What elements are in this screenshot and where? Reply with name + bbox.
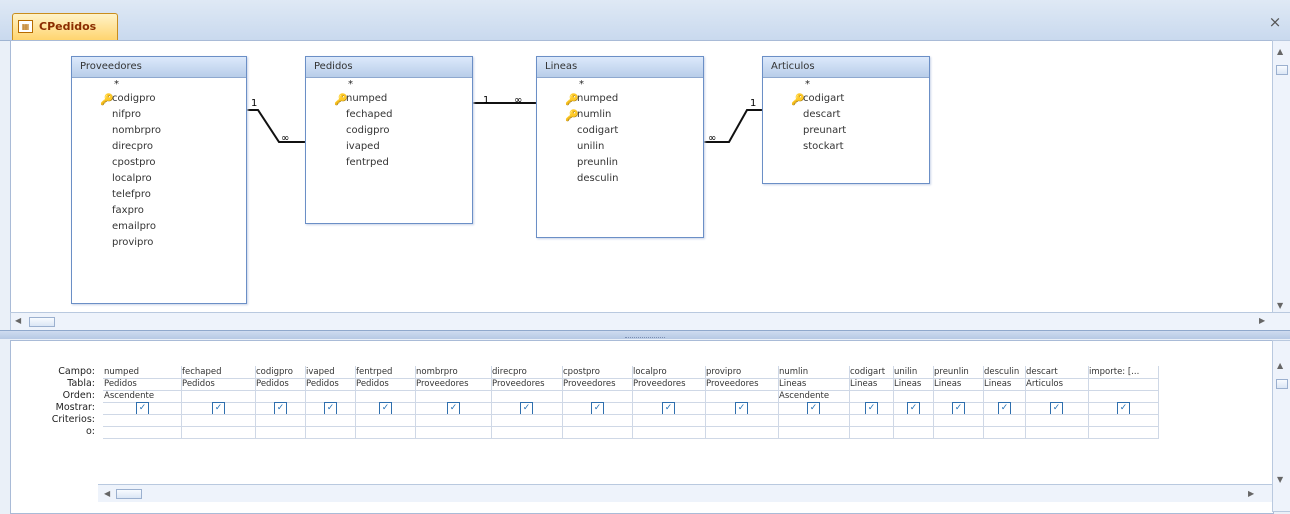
field-item[interactable]: codigpro 🔑 <box>72 91 246 107</box>
table-card[interactable]: Proveedores * codigpro 🔑 nifpro nombrpro direc… <box>71 56 247 304</box>
field-item[interactable]: emailpro <box>72 219 246 235</box>
grid-criteria-cell[interactable] <box>415 426 492 439</box>
query-design-pane: 1 ∞ 1 ∞ ∞ 1 Proveedores * codigpro 🔑 nifpro n… <box>10 40 1274 314</box>
grid-criteria-cell[interactable] <box>705 426 779 439</box>
grid-row-label: Criterios: <box>51 414 95 425</box>
grid-criteria-cell[interactable] <box>1088 426 1159 439</box>
grid-row-label: Campo: <box>58 366 95 377</box>
tab-cpedidos[interactable]: ▦ CPedidos <box>12 13 118 41</box>
scroll-up-icon[interactable]: ▲ <box>1277 361 1283 370</box>
grid-criteria-cell[interactable] <box>778 426 850 439</box>
table-card[interactable]: Lineas * numped 🔑 numlin 🔑 codigart unilin preun… <box>536 56 704 238</box>
grid-row-label: Mostrar: <box>55 402 95 413</box>
scroll-up-icon[interactable]: ▲ <box>1277 47 1283 56</box>
grid-criteria-cell[interactable] <box>632 426 706 439</box>
scroll-right-icon[interactable]: ▶ <box>1259 316 1265 325</box>
table-title[interactable]: Lineas <box>537 57 703 78</box>
field-item[interactable]: cpostpro <box>72 155 246 171</box>
all-fields-item[interactable]: * <box>763 78 929 91</box>
grid-criteria-cell[interactable] <box>355 426 416 439</box>
field-item[interactable]: numped 🔑 <box>306 91 472 107</box>
relationship-line <box>245 109 305 143</box>
field-item[interactable]: numped 🔑 <box>537 91 703 107</box>
field-item[interactable]: nombrpro <box>72 123 246 139</box>
table-title[interactable]: Articulos <box>763 57 929 78</box>
field-item[interactable]: codigpro <box>306 123 472 139</box>
field-item[interactable]: faxpro <box>72 203 246 219</box>
field-item[interactable]: direcpro <box>72 139 246 155</box>
scroll-thumb[interactable] <box>116 489 142 499</box>
one-marker: 1 <box>251 98 257 109</box>
grid-criteria-cell[interactable] <box>933 426 984 439</box>
many-marker: ∞ <box>281 133 289 144</box>
key-icon: 🔑 <box>334 93 348 106</box>
grid-criteria-cell[interactable] <box>562 426 633 439</box>
field-item[interactable]: ivaped <box>306 139 472 155</box>
scroll-down-icon[interactable]: ▼ <box>1277 475 1283 484</box>
grid-row-label: o: <box>85 426 95 437</box>
key-icon: 🔑 <box>565 109 579 122</box>
table-title[interactable]: Proveedores <box>72 57 246 78</box>
field-item[interactable]: preunlin <box>537 155 703 171</box>
scroll-thumb[interactable] <box>1276 379 1288 389</box>
grid-criteria-cell[interactable] <box>255 426 306 439</box>
field-item[interactable]: nifpro <box>72 107 246 123</box>
field-item[interactable]: localpro <box>72 171 246 187</box>
key-icon: 🔑 <box>100 93 114 106</box>
many-marker: ∞ <box>708 133 716 144</box>
field-item[interactable]: fechaped <box>306 107 472 123</box>
grid-criteria-cell[interactable] <box>893 426 934 439</box>
one-marker: 1 <box>483 95 489 106</box>
field-item[interactable]: unilin <box>537 139 703 155</box>
grid-criteria-cell[interactable] <box>103 426 182 439</box>
field-item[interactable]: provipro <box>72 235 246 251</box>
one-marker: 1 <box>750 98 756 109</box>
key-icon: 🔑 <box>791 93 805 106</box>
tab-label: CPedidos <box>39 20 97 33</box>
grid-criteria-cell[interactable] <box>305 426 356 439</box>
all-fields-item[interactable]: * <box>306 78 472 91</box>
grid-row-label: Tabla: <box>67 378 95 389</box>
key-icon: 🔑 <box>565 93 579 106</box>
field-item[interactable]: fentrped <box>306 155 472 171</box>
grid-row-label: Orden: <box>62 390 95 401</box>
table-card[interactable]: Articulos * codigart 🔑 descart preunart stocka… <box>762 56 930 184</box>
field-item[interactable]: desculin <box>537 171 703 187</box>
field-item[interactable]: preunart <box>763 123 929 139</box>
upper-vertical-scrollbar[interactable]: ▲ ▼ <box>1272 40 1290 314</box>
grid-criteria-cell[interactable] <box>1025 426 1089 439</box>
scroll-thumb[interactable] <box>1276 65 1288 75</box>
grid-criteria-cell[interactable] <box>849 426 894 439</box>
close-icon[interactable]: × <box>1268 15 1282 30</box>
field-item[interactable]: codigart <box>537 123 703 139</box>
field-item[interactable]: telefpro <box>72 187 246 203</box>
scroll-thumb[interactable] <box>29 317 55 327</box>
grid-criteria-cell[interactable] <box>181 426 256 439</box>
grid-criteria-cell[interactable] <box>983 426 1026 439</box>
table-title[interactable]: Pedidos <box>306 57 472 78</box>
all-fields-item[interactable]: * <box>537 78 703 91</box>
lower-vertical-scrollbar[interactable]: ▲ ▼ <box>1272 340 1290 512</box>
grid-criteria-cell[interactable] <box>491 426 563 439</box>
field-item[interactable]: stockart <box>763 139 929 155</box>
query-icon: ▦ <box>18 20 33 33</box>
all-fields-item[interactable]: * <box>72 78 246 91</box>
scroll-down-icon[interactable]: ▼ <box>1277 301 1283 310</box>
scroll-left-icon[interactable]: ◀ <box>15 316 21 325</box>
field-item[interactable]: descart <box>763 107 929 123</box>
scroll-right-icon[interactable]: ▶ <box>1248 489 1254 498</box>
upper-horizontal-scrollbar[interactable]: ◀ ▶ <box>10 312 1290 332</box>
document-tab-bar: ▦ CPedidos × <box>0 0 1290 41</box>
field-item[interactable]: numlin 🔑 <box>537 107 703 123</box>
field-item[interactable]: codigart 🔑 <box>763 91 929 107</box>
many-marker: ∞ <box>514 95 522 106</box>
grid-horizontal-scrollbar[interactable]: ◀ ▶ <box>98 484 1272 502</box>
table-card[interactable]: Pedidos * numped 🔑 fechaped codigpro ivaped fen… <box>305 56 473 224</box>
scroll-left-icon[interactable]: ◀ <box>104 489 110 498</box>
